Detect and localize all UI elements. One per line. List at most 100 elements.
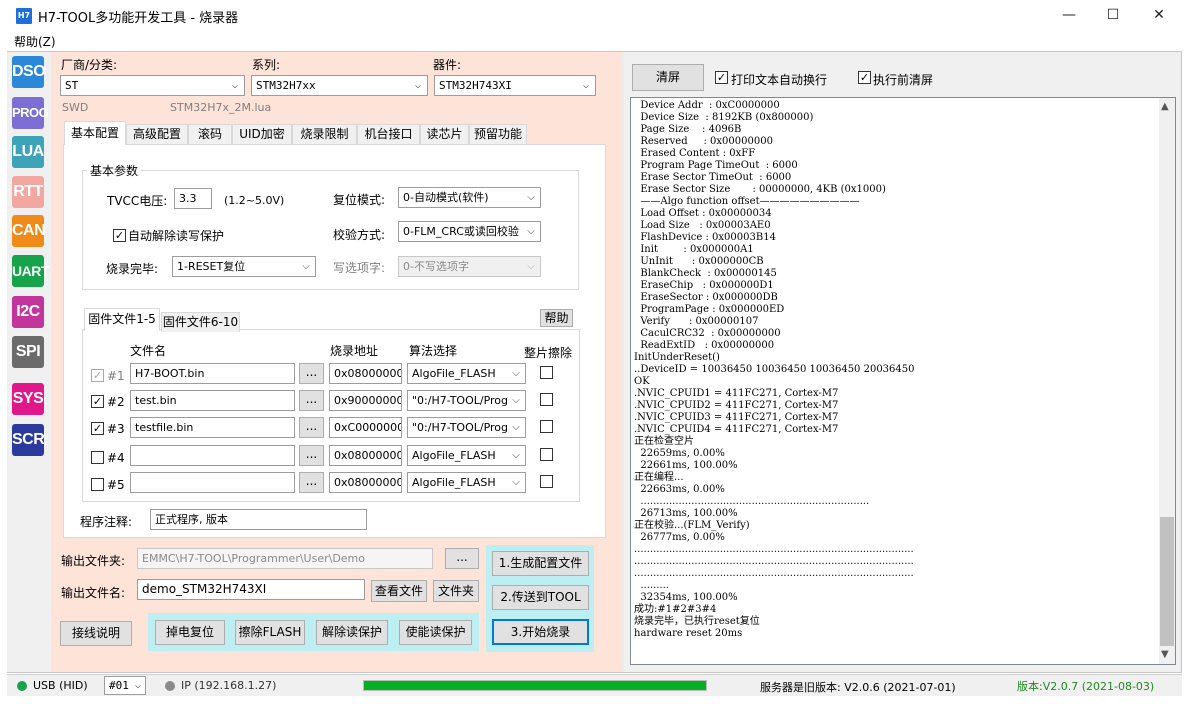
- tvcc-input[interactable]: 3.3: [174, 188, 212, 209]
- tab-machine-interface[interactable]: 机台接口: [357, 124, 420, 144]
- program-note-input[interactable]: 正式程序, 版本: [150, 509, 367, 530]
- tab-files-1-5[interactable]: 固件文件1-5: [84, 308, 160, 331]
- row2-addr-input[interactable]: 0x90000000: [329, 390, 402, 411]
- log-line: ........................................…: [634, 544, 914, 555]
- sidebar-prog-button[interactable]: PROG: [12, 97, 49, 129]
- log-output[interactable]: Device Addr : 0xC0000000 Device Size : 8…: [630, 97, 1176, 665]
- row3-erase-checkbox[interactable]: [540, 420, 553, 433]
- row4-algo-select[interactable]: AlgoFile_FLASH ⌵: [407, 445, 526, 466]
- row3-addr-input[interactable]: 0xC0000000: [329, 417, 402, 438]
- row1-addr-input[interactable]: 0x08000000: [329, 363, 402, 384]
- chevron-down-icon: ⌵: [131, 677, 145, 694]
- maximize-button[interactable]: ☐: [1090, 0, 1136, 31]
- auto-unlock-label: 自动解除读写保护: [128, 229, 225, 243]
- sidebar-spi-button[interactable]: SPI: [12, 336, 44, 368]
- row4-checkbox[interactable]: [91, 451, 104, 464]
- sidebar-rtt-button[interactable]: RTT: [12, 176, 44, 208]
- row2-browse-button[interactable]: ...: [299, 390, 324, 411]
- row3-checkbox[interactable]: ✓: [91, 422, 104, 435]
- col-burn-addr: 烧录地址: [330, 344, 379, 358]
- start-burn-button[interactable]: 3.开始烧录: [492, 619, 589, 645]
- server-version: 服务器是旧版本: V2.0.6 (2021-07-01): [760, 681, 956, 694]
- sidebar-scr-button[interactable]: SCR: [12, 424, 45, 456]
- erase-flash-button[interactable]: 擦除FLASH: [235, 620, 305, 645]
- row2-algo-select[interactable]: "0:/H7-TOOL/Progra ⌵: [407, 390, 526, 411]
- finish-label: 烧录完毕:: [106, 262, 159, 276]
- tab-advanced-config[interactable]: 高级配置: [126, 124, 188, 144]
- open-folder-button[interactable]: 文件夹: [433, 580, 479, 602]
- tab-read-chip[interactable]: 读芯片: [420, 124, 469, 144]
- close-button[interactable]: ✕: [1136, 0, 1182, 31]
- chevron-down-icon: ⌵: [507, 391, 525, 410]
- output-folder-input[interactable]: EMMC\H7-TOOL\Programmer\User\Demo: [137, 548, 433, 569]
- sidebar-uart-button[interactable]: UART: [12, 255, 49, 287]
- log-line: .NVIC_CPUID1 = 411FC271, Cortex-M7: [634, 388, 839, 399]
- log-scrollbar-thumb[interactable]: [1160, 517, 1174, 646]
- row5-addr-input[interactable]: 0x08000000: [329, 472, 402, 493]
- program-note-label: 程序注释:: [80, 515, 133, 529]
- minimize-button[interactable]: —: [1046, 0, 1092, 31]
- port-select[interactable]: #01 ⌵: [104, 676, 146, 695]
- tab-reserved[interactable]: 预留功能: [469, 124, 527, 144]
- sidebar-can-button[interactable]: CAN: [12, 215, 46, 247]
- verify-select[interactable]: 0-FLM_CRC或读回校验 ⌵: [398, 221, 541, 242]
- row5-browse-button[interactable]: ...: [299, 472, 324, 493]
- tab-files-6-10[interactable]: 固件文件6-10: [161, 312, 240, 332]
- row1-erase-checkbox[interactable]: [540, 366, 553, 379]
- vendor-select[interactable]: ST ⌵: [60, 75, 245, 96]
- sidebar-sys-button[interactable]: SYS: [12, 383, 44, 415]
- row5-checkbox[interactable]: [91, 478, 104, 491]
- scroll-down-icon[interactable]: ▼: [1161, 649, 1169, 660]
- row1-file-input[interactable]: H7-BOOT.bin: [130, 363, 295, 384]
- menu-bar: [0, 31, 1189, 51]
- row3-browse-button[interactable]: ...: [299, 417, 324, 438]
- row2-file-input[interactable]: test.bin: [130, 390, 295, 411]
- output-folder-browse-button[interactable]: ...: [445, 548, 479, 569]
- sidebar-lua-button[interactable]: LUA: [12, 136, 44, 168]
- reset-mode-select[interactable]: 0-自动模式(软件) ⌵: [398, 187, 541, 208]
- log-line: Device Addr : 0xC0000000: [634, 100, 780, 111]
- row1-algo-select[interactable]: AlgoFile_FLASH ⌵: [407, 363, 526, 384]
- generate-config-button[interactable]: 1.生成配置文件: [492, 551, 589, 576]
- row3-algo-select[interactable]: "0:/H7-TOOL/Progra ⌵: [407, 417, 526, 438]
- tab-burn-limit[interactable]: 烧录限制: [292, 124, 357, 144]
- row4-file-input[interactable]: [130, 445, 295, 466]
- row3-file-input[interactable]: testfile.bin: [130, 417, 295, 438]
- finish-select[interactable]: 1-RESET复位 ⌵: [172, 256, 316, 277]
- send-to-tool-button[interactable]: 2.传送到TOOL: [492, 585, 589, 610]
- device-select[interactable]: STM32H743XI ⌵: [434, 75, 596, 96]
- row4-addr-input[interactable]: 0x08000000: [329, 445, 402, 466]
- menu-help[interactable]: 帮助(Z): [14, 33, 56, 50]
- auto-unlock-checkbox[interactable]: ✓: [113, 229, 126, 242]
- row5-algo-select[interactable]: AlgoFile_FLASH ⌵: [407, 472, 526, 493]
- log-line: Page Size : 4096B: [634, 124, 742, 135]
- tab-uid-encrypt[interactable]: UID加密: [232, 124, 292, 144]
- auto-wrap-checkbox[interactable]: ✓: [715, 71, 728, 84]
- row2-checkbox[interactable]: ✓: [91, 395, 104, 408]
- row5-erase-checkbox[interactable]: [540, 475, 553, 488]
- clear-before-checkbox[interactable]: ✓: [858, 71, 871, 84]
- unlock-read-button[interactable]: 解除读保护: [316, 620, 388, 645]
- power-reset-button[interactable]: 掉电复位: [155, 620, 225, 645]
- tab-rolling-code[interactable]: 滚码: [188, 124, 232, 144]
- output-name-input[interactable]: demo_STM32H743XI: [137, 579, 365, 600]
- lock-read-button[interactable]: 使能读保护: [399, 620, 472, 645]
- row1-browse-button[interactable]: ...: [299, 363, 324, 384]
- sidebar-dso-button[interactable]: DSO: [12, 56, 46, 88]
- clear-screen-button[interactable]: 清屏: [632, 64, 704, 91]
- scroll-up-icon[interactable]: ▲: [1161, 101, 1169, 112]
- verify-label: 校验方式:: [333, 228, 386, 242]
- log-line: Load Offset : 0x00000034: [634, 208, 772, 219]
- row4-erase-checkbox[interactable]: [540, 448, 553, 461]
- row2-erase-checkbox[interactable]: [540, 393, 553, 406]
- log-line: 正在检查空片: [634, 436, 694, 447]
- file-help-button[interactable]: 帮助: [540, 309, 573, 327]
- log-line: .NVIC_CPUID3 = 411FC271, Cortex-M7: [634, 412, 839, 423]
- row4-browse-button[interactable]: ...: [299, 445, 324, 466]
- series-select[interactable]: STM32H7xx ⌵: [251, 75, 428, 96]
- tab-basic-config[interactable]: 基本配置: [64, 121, 126, 145]
- view-file-button[interactable]: 查看文件: [371, 580, 427, 602]
- row5-file-input[interactable]: [130, 472, 295, 493]
- sidebar-i2c-button[interactable]: I2C: [12, 296, 44, 328]
- wiring-help-button[interactable]: 接线说明: [60, 621, 132, 646]
